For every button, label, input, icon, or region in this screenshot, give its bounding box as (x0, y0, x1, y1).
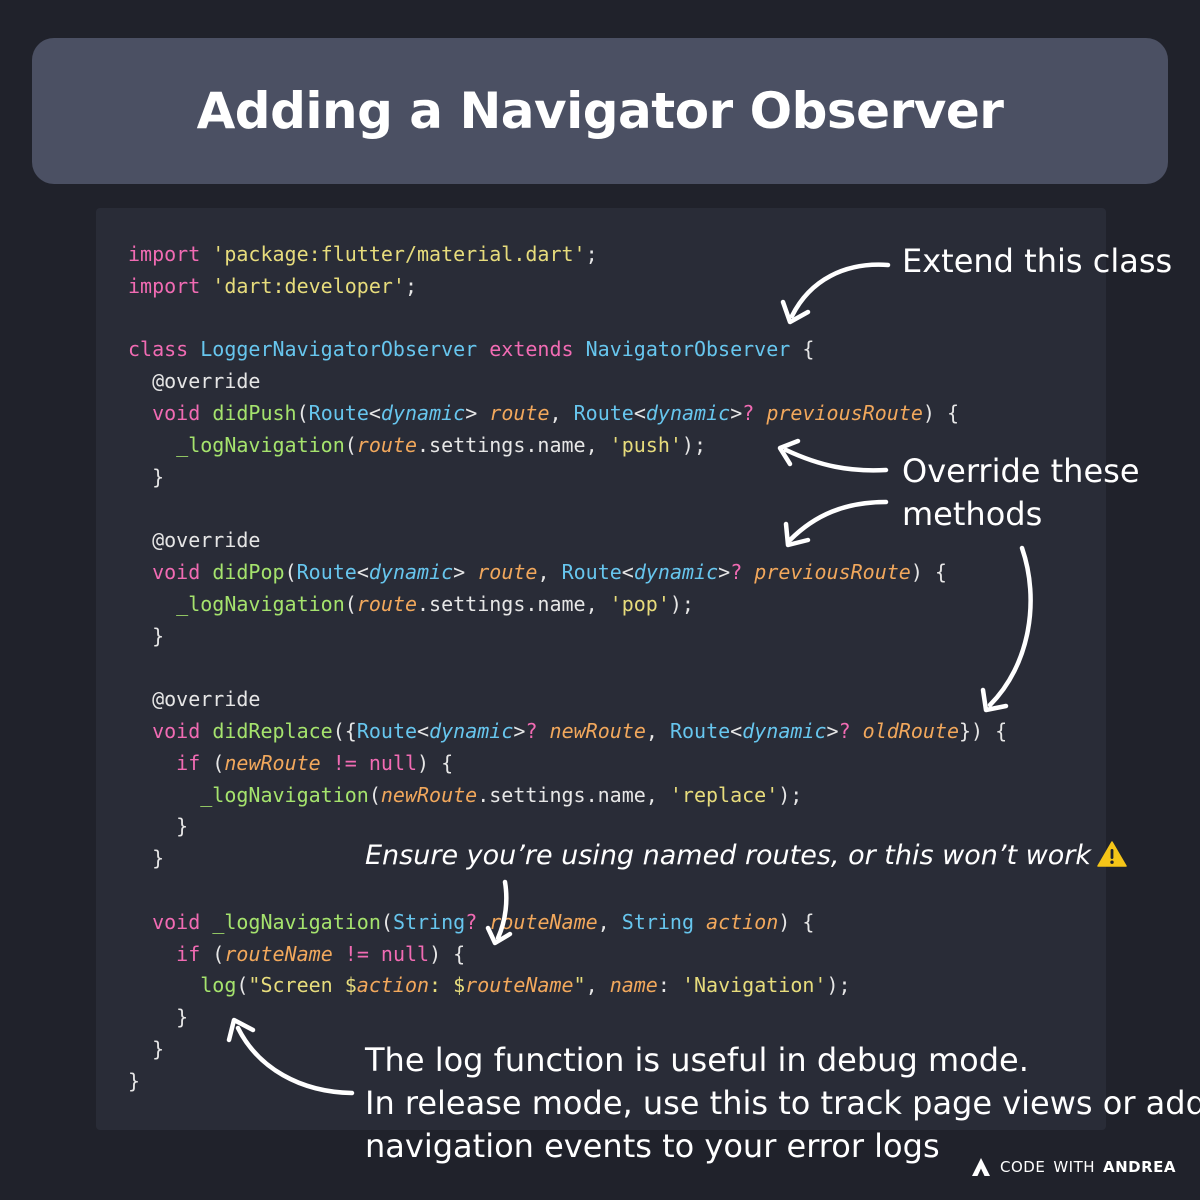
annotation-arrows (226, 262, 1033, 1096)
brand-text-with: WITH (1053, 1158, 1096, 1176)
arrow-override-push (783, 447, 889, 473)
brand-logo: CODE WITH ANDREA (970, 1154, 1176, 1180)
arrow-log (235, 1025, 355, 1096)
arrow-named-routes (495, 879, 509, 941)
andrea-logo-icon (970, 1156, 992, 1178)
brand-text-andrea: ANDREA (1103, 1158, 1177, 1176)
brand-text-code: CODE (1000, 1158, 1046, 1176)
arrow-override-pop (787, 499, 889, 543)
arrow-override-replace (987, 545, 1033, 708)
arrow-extend (789, 262, 891, 319)
